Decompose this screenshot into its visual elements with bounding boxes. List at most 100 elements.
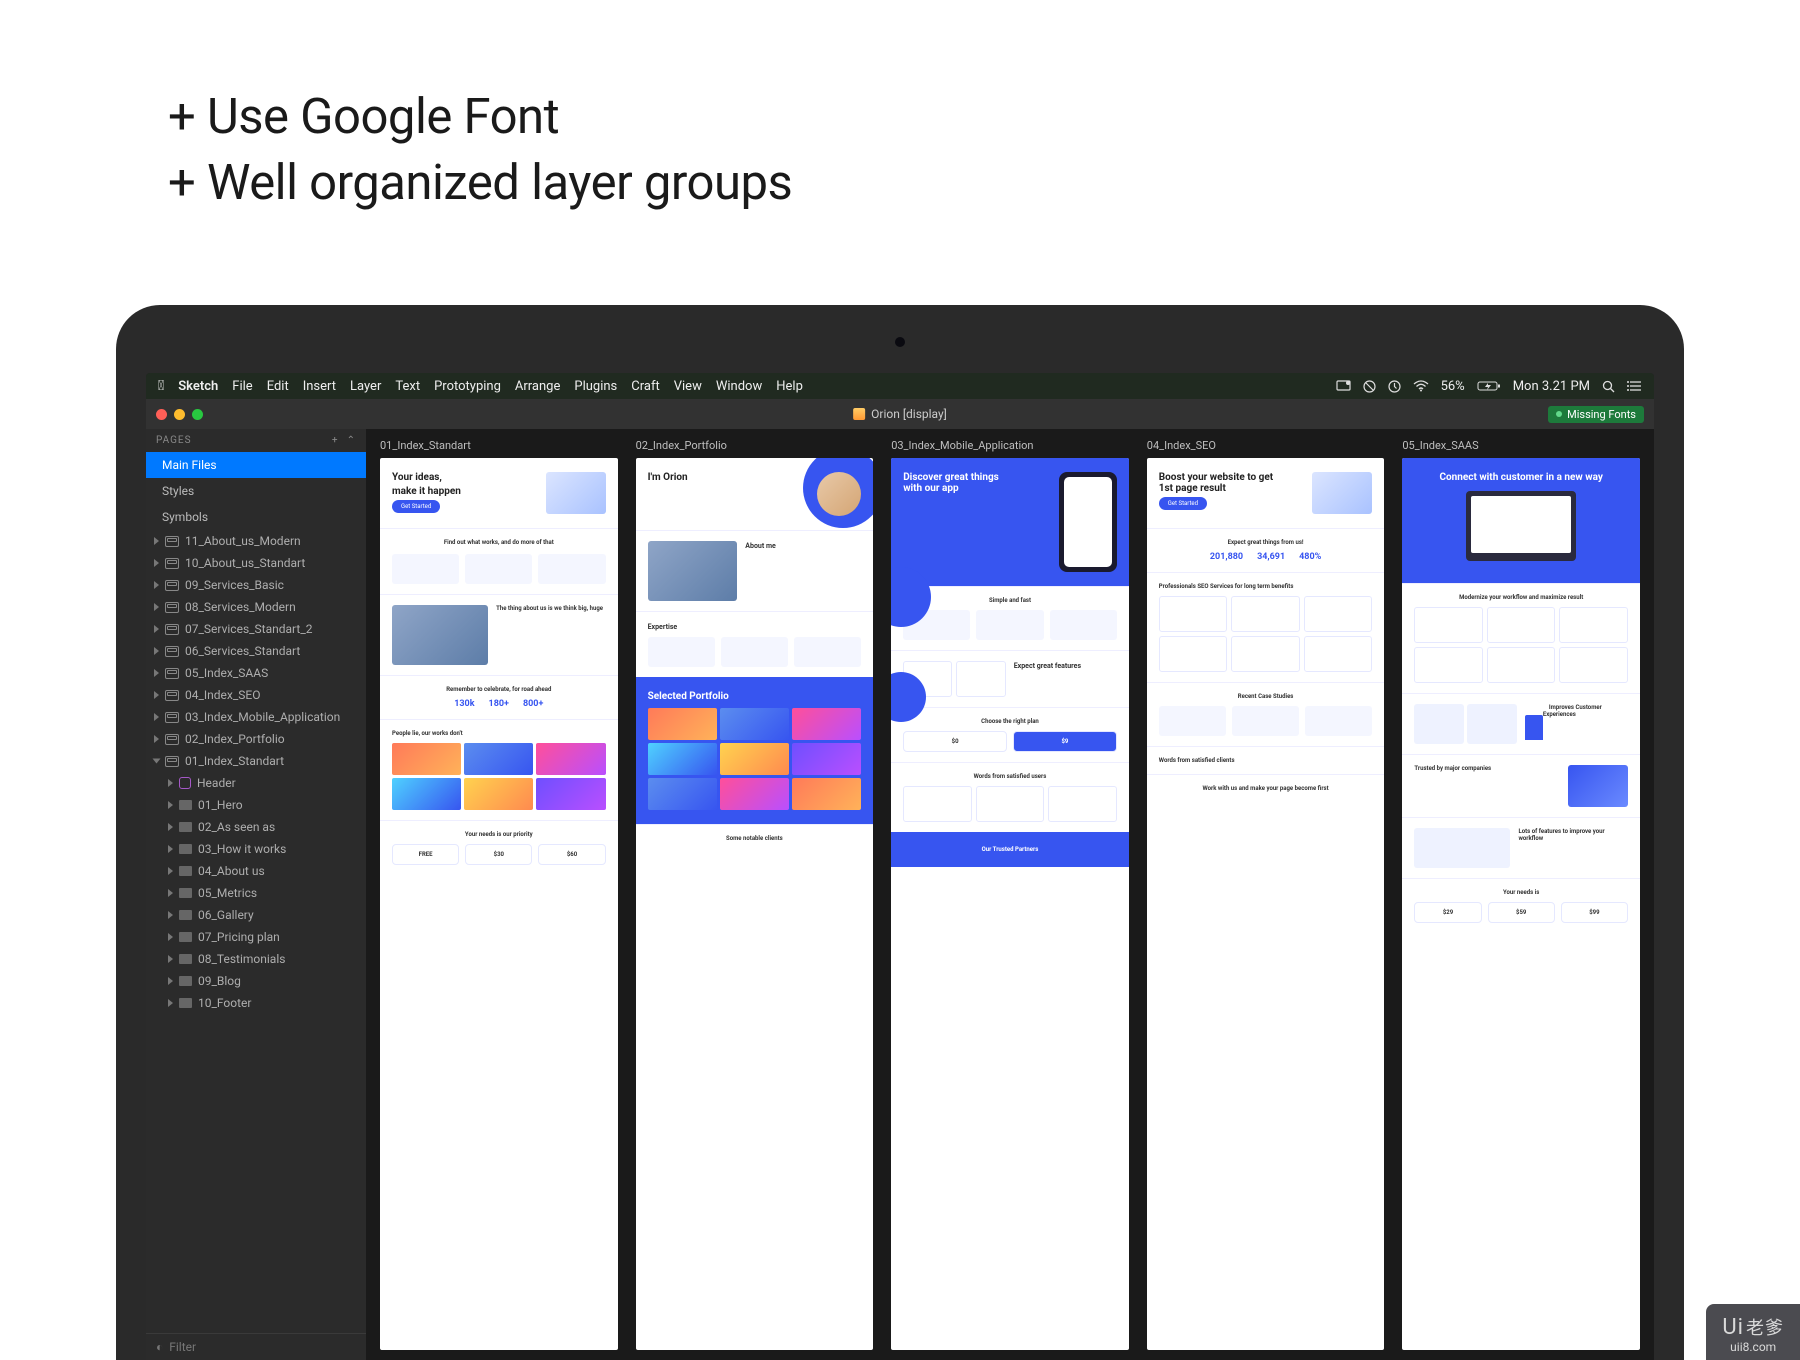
menu-text[interactable]: Text xyxy=(395,379,420,394)
portfolio-title: Selected Portfolio xyxy=(648,691,862,702)
artboard-title[interactable]: 02_Index_Portfolio xyxy=(636,439,874,452)
menu-edit[interactable]: Edit xyxy=(267,379,289,394)
disclosure-icon[interactable] xyxy=(168,933,173,941)
layer-row[interactable]: 01_Hero xyxy=(146,794,366,816)
disclosure-icon[interactable] xyxy=(154,625,159,633)
disclosure-icon[interactable] xyxy=(168,889,173,897)
disclosure-icon[interactable] xyxy=(154,647,159,655)
page-label: Styles xyxy=(162,484,194,498)
artboard-row[interactable]: 09_Services_Basic xyxy=(146,574,366,596)
disclosure-icon[interactable] xyxy=(154,581,159,589)
artboard-row[interactable]: 02_Index_Portfolio xyxy=(146,728,366,750)
disclosure-icon[interactable] xyxy=(168,867,173,875)
menu-file[interactable]: File xyxy=(232,379,252,394)
artboard-icon xyxy=(165,668,179,679)
menu-plugins[interactable]: Plugins xyxy=(574,379,617,394)
artboard-03-mobile[interactable]: Discover great things with our app Simpl… xyxy=(891,458,1129,1350)
disclosure-icon[interactable] xyxy=(168,845,173,853)
about-title: The thing about us is we think big, huge xyxy=(496,605,603,612)
status-battery-percent[interactable]: 56% xyxy=(1441,379,1465,394)
artboard-04-seo[interactable]: Boost your website to get 1st page resul… xyxy=(1147,458,1385,1350)
artboard-title[interactable]: 03_Index_Mobile_Application xyxy=(891,439,1129,452)
menubar-list-icon[interactable] xyxy=(1627,380,1642,392)
disclosure-icon[interactable] xyxy=(168,955,173,963)
missing-fonts-label: Missing Fonts xyxy=(1567,408,1636,421)
disclosure-icon[interactable] xyxy=(154,713,159,721)
menu-craft[interactable]: Craft xyxy=(631,379,659,394)
disclosure-icon[interactable] xyxy=(168,779,173,787)
artboard-05-saas[interactable]: Connect with customer in a new way Moder… xyxy=(1402,458,1640,1350)
artboard-row[interactable]: 11_About_us_Modern xyxy=(146,530,366,552)
layer-row-header[interactable]: Header xyxy=(146,772,366,794)
zoom-icon[interactable] xyxy=(192,409,203,420)
status-dnd-icon[interactable] xyxy=(1363,380,1376,393)
page-item-main-files[interactable]: Main Files xyxy=(146,452,366,478)
artboard-02-portfolio[interactable]: I'm Orion About me Expertise Selected Po… xyxy=(636,458,874,1350)
canvas[interactable]: 01_Index_Standart Your ideas,make it hap… xyxy=(366,429,1654,1360)
disclosure-icon[interactable] xyxy=(153,759,161,764)
menu-layer[interactable]: Layer xyxy=(350,379,381,394)
layer-row[interactable]: 02_As seen as xyxy=(146,816,366,838)
apple-menu-icon[interactable]:  xyxy=(158,378,164,394)
menu-prototyping[interactable]: Prototyping xyxy=(434,379,501,394)
disclosure-icon[interactable] xyxy=(168,911,173,919)
disclosure-icon[interactable] xyxy=(154,559,159,567)
pages-chevron-icon[interactable]: ⌃ xyxy=(347,435,356,446)
missing-fonts-badge[interactable]: Missing Fonts xyxy=(1548,406,1644,423)
artboard-row[interactable]: 06_Services_Standart xyxy=(146,640,366,662)
artboard-01-standart[interactable]: Your ideas,make it happenGet Started Fin… xyxy=(380,458,618,1350)
disclosure-icon[interactable] xyxy=(154,669,159,677)
menu-view[interactable]: View xyxy=(674,379,702,394)
layer-row[interactable]: 05_Metrics xyxy=(146,882,366,904)
artboard-row[interactable]: 05_Index_SAAS xyxy=(146,662,366,684)
filter-row[interactable]: ◐ Filter xyxy=(146,1333,366,1360)
layer-label: 02_As seen as xyxy=(198,820,275,834)
disclosure-icon[interactable] xyxy=(168,823,173,831)
artboard-row[interactable]: 08_Services_Modern xyxy=(146,596,366,618)
traffic-lights[interactable] xyxy=(156,409,203,420)
minimize-icon[interactable] xyxy=(174,409,185,420)
menu-arrange[interactable]: Arrange xyxy=(515,379,560,394)
status-timemachine-icon[interactable] xyxy=(1388,380,1401,393)
spotlight-icon[interactable] xyxy=(1602,380,1615,393)
artboard-title[interactable]: 04_Index_SEO xyxy=(1147,439,1385,452)
close-icon[interactable] xyxy=(156,409,167,420)
layer-row[interactable]: 07_Pricing plan xyxy=(146,926,366,948)
add-page-icon[interactable]: + xyxy=(332,435,339,446)
artboard-title[interactable]: 01_Index_Standart xyxy=(380,439,618,452)
page-item-symbols[interactable]: Symbols xyxy=(146,504,366,530)
disclosure-icon[interactable] xyxy=(168,801,173,809)
artboard-row[interactable]: 07_Services_Standart_2 xyxy=(146,618,366,640)
disclosure-icon[interactable] xyxy=(154,691,159,699)
menu-help[interactable]: Help xyxy=(776,379,803,394)
disclosure-icon[interactable] xyxy=(154,735,159,743)
menubar-app-name[interactable]: Sketch xyxy=(178,379,218,394)
disclosure-icon[interactable] xyxy=(154,537,159,545)
disclosure-icon[interactable] xyxy=(168,999,173,1007)
layer-row[interactable]: 04_About us xyxy=(146,860,366,882)
menu-window[interactable]: Window xyxy=(716,379,762,394)
artboard-row-expanded[interactable]: 01_Index_Standart xyxy=(146,750,366,772)
layer-row[interactable]: 10_Footer xyxy=(146,992,366,1014)
folder-icon xyxy=(179,866,192,876)
page-label: Main Files xyxy=(162,458,217,472)
status-screen-icon[interactable] xyxy=(1336,380,1351,392)
layer-row[interactable]: 09_Blog xyxy=(146,970,366,992)
artboard-row[interactable]: 04_Index_SEO xyxy=(146,684,366,706)
artboard-title[interactable]: 05_Index_SAAS xyxy=(1402,439,1640,452)
filter-label: Filter xyxy=(169,1340,196,1354)
menu-insert[interactable]: Insert xyxy=(303,379,336,394)
status-clock[interactable]: Mon 3.21 PM xyxy=(1513,379,1590,394)
disclosure-icon[interactable] xyxy=(154,603,159,611)
avatar-photo xyxy=(817,472,861,516)
disclosure-icon[interactable] xyxy=(168,977,173,985)
watermark: Ui老爹 uii8.com xyxy=(1706,1304,1800,1360)
page-item-styles[interactable]: Styles xyxy=(146,478,366,504)
layer-row[interactable]: 06_Gallery xyxy=(146,904,366,926)
layer-row[interactable]: 08_Testimonials xyxy=(146,948,366,970)
artboard-row[interactable]: 03_Index_Mobile_Application xyxy=(146,706,366,728)
layer-row[interactable]: 03_How it works xyxy=(146,838,366,860)
status-wifi-icon[interactable] xyxy=(1413,380,1429,392)
artboard-row[interactable]: 10_About_us_Standart xyxy=(146,552,366,574)
status-battery-icon[interactable] xyxy=(1477,380,1501,392)
